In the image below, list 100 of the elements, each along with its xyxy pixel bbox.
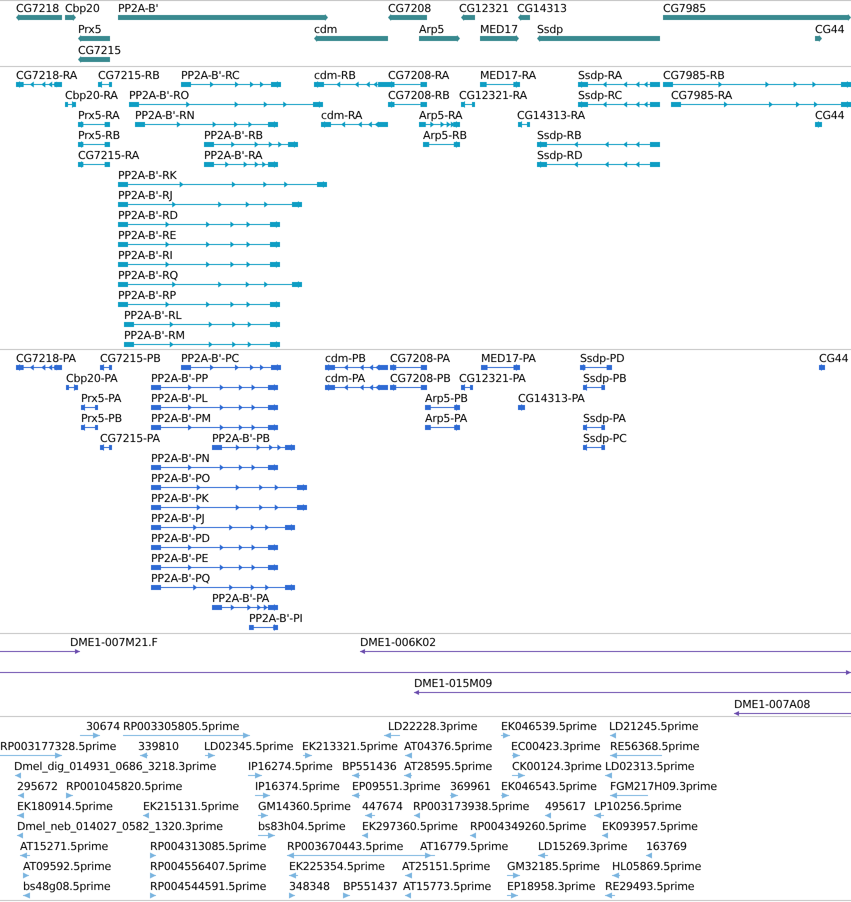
gene-label: Arp5 [419,23,444,36]
est-label: IP16374.5prime [255,780,340,793]
est-label: AT25151.5prime [402,860,490,873]
transcript-label: Cbp20-RA [65,89,118,102]
est-label: EK297360.5prime [362,820,458,833]
est-label: 30674 [86,720,120,733]
est-label: AT15773.5prime [403,880,492,893]
transcript-label: PP2A-B'-RE [118,229,176,242]
transcript-label: PP2A-B'-PM [151,412,211,425]
transcript-label: MED17-RA [480,69,536,82]
transcript-label: PP2A-B'-RN [135,109,195,122]
transcript-label: PP2A-B'-PE [151,552,208,565]
est-label: RE56368.5prime [610,740,700,753]
transcript-label: PP2A-B'-PN [151,452,210,465]
est-label: AT16779.5prime [420,840,508,853]
est-label: RP001045820.5prime [66,780,182,793]
transcript-label: cdm-RB [314,69,356,82]
transcript-label: Ssdp-RB [537,129,582,142]
gene-label: CG7985 [663,2,706,15]
transcript-label: PP2A-B'-RD [118,209,178,222]
transcript-label: CG14313-PA [518,392,585,405]
transcript-label: PP2A-B'-RI [118,249,173,262]
transcript-label: CG7215-RA [78,149,140,162]
transcript-label: PP2A-B'-PA [212,592,270,605]
transcript-label: PP2A-B'-PK [151,492,209,505]
est-label: Dmel_dig_014931_0686_3218.3prime [14,760,216,773]
transcript-label: Ssdp-RC [578,89,622,102]
est-label: EK215131.5prime [143,800,239,813]
est-label: RP003173938.5prime [413,800,530,813]
transcript-label: MED17-PA [481,352,536,365]
est-label: EK046543.5prime [501,780,597,793]
est-label: RE29493.5prime [605,880,694,893]
est-label: LD02345.5prime [204,740,294,753]
gene-label: CG14313 [517,2,567,15]
transcript-label: PP2A-B'-RB [204,129,263,142]
est-label: RP003177328.5prime [0,740,116,753]
gene-label: cdm [314,23,338,36]
est-label: AT28595.5prime [404,760,492,773]
est-label: 295672 [17,780,58,793]
est-label: bs48g08.5prime [23,880,110,893]
transcript-label: CG14313-RA [517,109,585,122]
transcript-label: CG44 [819,352,848,365]
gene-label: Prx5 [78,23,102,36]
gene-label: CG12321 [459,2,509,15]
transcript-label: CG7985-RA [671,89,732,102]
transcript-label: CG7215-PB [100,352,161,365]
transcript-label: Prx5-RB [78,129,120,142]
est-label: RP004544591.5prime [150,880,266,893]
transcript-label: PP2A-B'-PP [151,372,208,385]
est-label: bs83h04.5prime [258,820,346,833]
transcript-label: cdm-RA [321,109,362,122]
gene-label: CG44 [815,23,844,36]
gene-label: MED17 [480,23,518,36]
transcript-label: PP2A-B'-RL [124,309,182,322]
transcript-label: CG7208-PB [390,372,451,385]
est-label: RP003670443.5prime [287,840,404,853]
transcript-label: CG7215-PA [100,432,160,445]
gene-label: Ssdp [537,23,563,36]
est-label: EP18958.3prime [507,880,596,893]
est-label: EK225354.5prime [289,860,385,873]
clone-label: DME1-007M21.F [70,636,158,649]
est-label: LD21245.5prime [609,720,698,733]
transcript-label: CG12321-RA [459,89,527,102]
est-label: AT09592.5prime [23,860,112,873]
est-label: BP551436 [342,760,397,773]
est-label: EK046539.5prime [501,720,597,733]
gene-label: CG7208 [388,2,431,15]
transcript-label: CG44 [815,109,844,122]
est-label: LP10256.5prime [594,800,682,813]
transcript-label: PP2A-B'-RO [129,89,189,102]
transcript-label: Prx5-PA [81,392,122,405]
est-label: BP551437 [343,880,398,893]
transcript-label: cdm-PB [325,352,366,365]
gene-label: Cbp20 [65,2,100,15]
transcript-label: Ssdp-PC [583,432,627,445]
est-label: RP004556407.5prime [150,860,266,873]
transcript-label: Ssdp-PA [583,412,626,425]
transcript-label: Arp5-PA [425,412,468,425]
clone-label: DME1-015M09 [414,677,492,690]
clone-label: DME1-007A08 [734,698,810,711]
transcript-label: Ssdp-RA [578,69,622,82]
est-label: RP003305805.5prime [123,720,240,733]
transcript-label: PP2A-B'-PO [151,472,210,485]
est-label: HL05869.5prime [612,860,702,873]
transcript-label: Prx5-PB [81,412,122,425]
gene-label: CG7218 [16,2,59,15]
transcript-label: PP2A-B'-RQ [118,269,178,282]
transcript-label: PP2A-B'-PB [212,432,270,445]
transcript-label: Ssdp-RD [537,149,582,162]
transcript-label: CG7218-PA [16,352,76,365]
est-label: LD15269.3prime [538,840,628,853]
transcript-label: CG12321-PA [459,372,526,385]
transcript-label: PP2A-B'-RM [124,329,185,342]
est-label: EC00423.3prime [511,740,600,753]
est-label: EP09551.3prime [352,780,440,793]
est-label: 163769 [646,840,687,853]
transcript-label: CG7208-PA [390,352,450,365]
est-label: RP004313085.5prime [150,840,266,853]
est-label: FGM217H09.3prime [610,780,717,793]
transcript-label: PP2A-B'-PL [151,392,208,405]
